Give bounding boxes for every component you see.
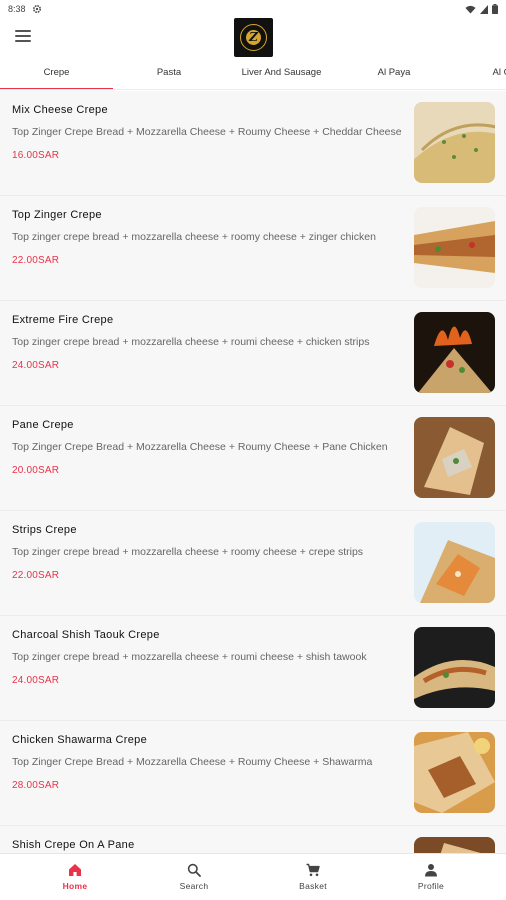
menu-item[interactable]: Top Zinger Crepe Top zinger crepe bread … [0,196,506,301]
bottom-navigation: Home Search Basket Profile [0,853,506,900]
profile-icon [425,864,437,877]
menu-item[interactable]: Strips Crepe Top zinger crepe bread + mo… [0,511,506,616]
item-photo [414,627,495,708]
item-price: 24.00SAR [12,360,60,371]
wifi-icon [465,5,476,13]
item-description: Top zinger crepe bread + mozzarella chee… [12,336,370,348]
item-name: Shish Crepe On A Pane [12,839,135,851]
nav-profile[interactable]: Profile [391,863,471,891]
menu-item[interactable]: Chicken Shawarma Crepe Top Zinger Crepe … [0,721,506,826]
menu-item[interactable]: Extreme Fire Crepe Top zinger crepe brea… [0,301,506,406]
item-description: Top Zinger Crepe Bread + Mozzarella Chee… [12,126,402,138]
item-price: 24.00SAR [12,675,60,686]
nav-basket-label: Basket [299,881,327,891]
settings-gear-icon [32,4,41,14]
menu-item-list: Mix Cheese Crepe Top Zinger Crepe Bread … [0,91,506,853]
item-description: Top Zinger Crepe Bread + Mozzarella Chee… [12,756,373,768]
item-photo [414,312,495,393]
nav-home-label: Home [62,881,88,891]
item-name: Extreme Fire Crepe [12,314,114,326]
item-photo [414,102,495,183]
nav-search[interactable]: Search [154,863,234,891]
nav-search-label: Search [179,881,209,891]
item-price: 20.00SAR [12,465,60,476]
category-tabs: Crepe Pasta Liver And Sausage Al Paya Al… [0,60,506,90]
cart-icon [306,863,320,877]
item-photo [414,522,495,603]
item-name: Chicken Shawarma Crepe [12,734,147,746]
menu-hamburger-icon[interactable] [14,28,32,44]
search-icon [187,863,201,877]
item-name: Mix Cheese Crepe [12,104,108,116]
nav-home[interactable]: Home [35,863,115,891]
item-price: 16.00SAR [12,150,60,161]
status-time: 8:38 [8,4,26,14]
item-photo [414,732,495,813]
status-bar: 8:38 [0,0,506,18]
restaurant-logo: Z [234,18,273,57]
menu-item[interactable]: Mix Cheese Crepe Top Zinger Crepe Bread … [0,91,506,196]
menu-item[interactable]: Charcoal Shish Taouk Crepe Top zinger cr… [0,616,506,721]
item-name: Strips Crepe [12,524,77,536]
item-name: Top Zinger Crepe [12,209,102,221]
item-price: 28.00SAR [12,780,60,791]
item-name: Pane Crepe [12,419,74,431]
item-description: Top zinger crepe bread + mozzarella chee… [12,231,376,243]
nav-basket[interactable]: Basket [273,863,353,891]
battery-icon [492,4,498,14]
tab-crepe[interactable]: Crepe [0,60,113,89]
item-name: Charcoal Shish Taouk Crepe [12,629,160,641]
signal-icon [480,4,488,14]
item-description: Top zinger crepe bread + mozzarella chee… [12,651,367,663]
item-photo [414,837,495,853]
item-description: Top Zinger Crepe Bread + Mozzarella Chee… [12,441,388,453]
tab-al-paya[interactable]: Al Paya [338,60,450,88]
item-price: 22.00SAR [12,570,60,581]
tab-al-gor[interactable]: Al Gor [450,60,506,88]
item-price: 22.00SAR [12,255,60,266]
nav-profile-label: Profile [417,881,445,891]
menu-item[interactable]: Pane Crepe Top Zinger Crepe Bread + Mozz… [0,406,506,511]
item-description: Top zinger crepe bread + mozzarella chee… [12,546,364,558]
app-header: Z [0,18,506,60]
tab-pasta[interactable]: Pasta [113,60,225,88]
item-photo [414,207,495,288]
item-photo [414,417,495,498]
tab-liver-and-sausage[interactable]: Liver And Sausage [225,60,338,88]
menu-item[interactable]: Shish Crepe On A Pane [0,826,506,853]
home-icon [69,864,81,876]
